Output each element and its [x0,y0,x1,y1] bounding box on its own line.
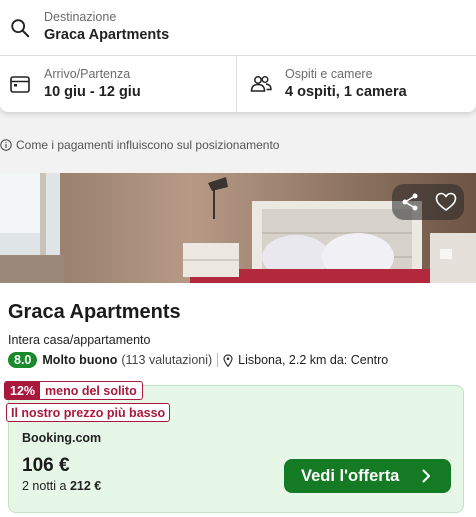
guests-field[interactable]: Ospiti e camere 4 ospiti, 1 camera [237,56,476,112]
lowest-price-tag: Il nostro prezzo più basso [6,403,171,422]
rating-word: Molto buono [42,353,118,367]
search-icon [11,19,30,38]
share-button[interactable] [392,184,428,220]
view-deal-button[interactable]: Vedi l'offerta [284,459,451,493]
payment-ranking-info-link[interactable]: Come i pagamenti influiscono sul posizio… [0,137,279,153]
calendar-icon [10,76,30,93]
payment-ranking-info-text: Come i pagamenti influiscono sul posizio… [16,138,280,152]
provider-name: Booking.com [22,431,102,445]
location-pin-icon [223,353,233,367]
guests-label: Ospiti e camere [285,67,373,81]
photo-actions [392,184,464,220]
guests-value: 4 ospiti, 1 camera [285,84,407,100]
total-price: 212 € [69,479,102,493]
divider [217,353,219,367]
dates-value: 10 giu - 12 giu [44,84,141,100]
hotel-location[interactable]: Lisbona, 2.2 km da: Centro [238,353,388,367]
rating-row: 8.0 Molto buono (113 valutazioni) Lisbon… [8,351,388,369]
discount-percentage: 12% [5,382,41,399]
hotel-card[interactable]: Graca Apartments Intera casa/appartament… [0,173,476,517]
dates-label: Arrivo/Partenza [44,67,131,81]
price-per-night: 106 € [22,455,70,476]
info-icon [0,139,12,151]
discount-text: meno del solito [45,384,137,398]
search-card: Destinazione Graca Apartments Arrivo/Par… [0,0,476,112]
heart-icon [435,192,457,211]
discount-tag: 12% meno del solito [4,381,143,400]
total-price-line: 2 notti a 212 € [22,479,101,493]
chevron-right-icon [422,469,430,483]
hotel-type: Intera casa/appartamento [8,333,151,347]
dates-field[interactable]: Arrivo/Partenza 10 giu - 12 giu [0,56,237,112]
nights-text: 2 notti a [22,479,67,493]
destination-label: Destinazione [44,10,117,24]
hotel-name[interactable]: Graca Apartments [8,301,181,324]
rating-score-badge: 8.0 [8,352,38,368]
hotel-photo[interactable] [0,173,476,283]
share-icon [402,193,418,211]
view-deal-label: Vedi l'offerta [301,466,400,485]
rating-count[interactable]: (113 valutazioni) [121,353,212,367]
destination-value: Graca Apartments [44,27,170,43]
favorite-button[interactable] [428,184,464,220]
people-icon [250,76,272,92]
destination-field[interactable]: Destinazione Graca Apartments [0,0,476,56]
